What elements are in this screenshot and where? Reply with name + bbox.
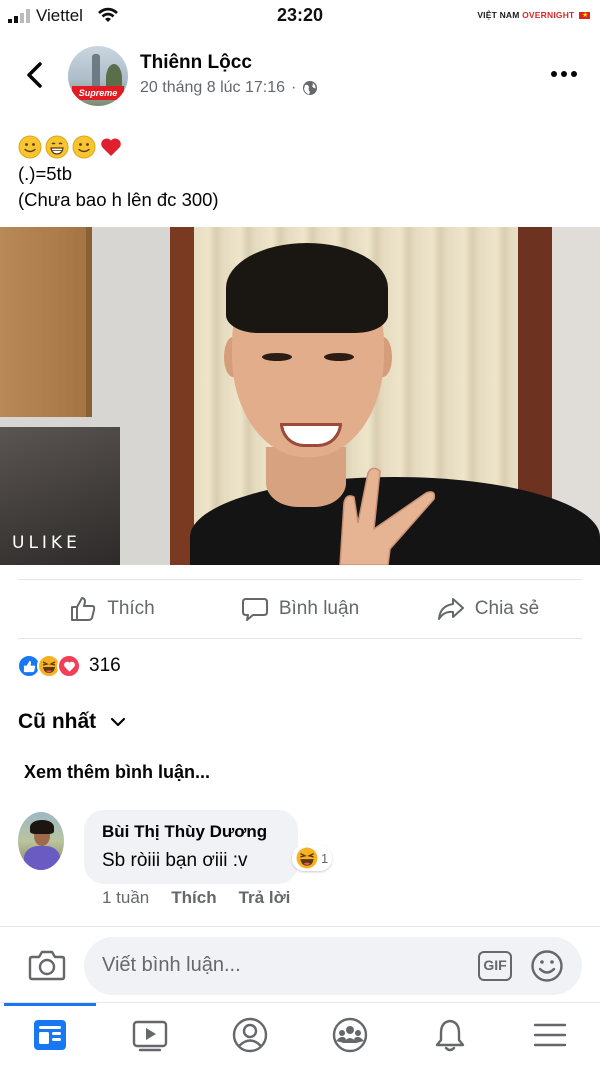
comment-age[interactable]: 1 tuần — [102, 888, 149, 908]
back-arrow-icon[interactable] — [18, 58, 52, 92]
caption-emojis — [18, 133, 219, 161]
author-name[interactable]: Thiênn Lộcc — [140, 52, 252, 74]
watermark-text-b: OVERNIGHT — [522, 10, 575, 20]
vietnam-flag-icon: ★ — [579, 12, 590, 20]
share-button[interactable]: Chia sẻ — [394, 580, 582, 638]
watermark-text-a: VIỆT NAM — [477, 10, 520, 20]
sticker-smiley-icon[interactable] — [530, 949, 564, 983]
gif-button[interactable]: GIF — [478, 951, 512, 981]
comment-bubble[interactable]: Bùi Thị Thùy Dương Sb ròiii bạn ơiii :v — [84, 810, 298, 884]
commenter-avatar-hair — [30, 820, 54, 834]
haha-reaction-icon — [296, 847, 318, 869]
photo-app-watermark: ULIKE — [12, 533, 81, 553]
view-more-comments-link[interactable]: Xem thêm bình luận... — [24, 762, 210, 783]
status-bar: Viettel 23:20 VIỆT NAM OVERNIGHT ★ — [0, 0, 600, 32]
commenter-avatar[interactable] — [18, 812, 64, 870]
camera-icon[interactable] — [28, 947, 66, 983]
bottom-tab-bar — [0, 1002, 600, 1066]
photo-peace-sign-hand — [339, 467, 436, 565]
sort-label: Cũ nhất — [18, 710, 97, 733]
chevron-down-icon — [111, 717, 126, 727]
comment-label: Bình luận — [278, 598, 360, 619]
watermark-logo: VIỆT NAM OVERNIGHT ★ — [477, 10, 590, 20]
post-photo[interactable]: ULIKE — [0, 227, 600, 565]
post-caption: (.)=5tb (Chưa bao h lên đc 300) — [18, 133, 219, 213]
thumbs-up-icon — [71, 597, 96, 621]
share-label: Chia sẻ — [474, 598, 540, 619]
reactions-summary[interactable]: 316 — [17, 654, 121, 678]
comment-meta: 1 tuần Thích Trả lời — [102, 888, 290, 908]
photo-window-frame-left — [170, 227, 194, 565]
photo-hair — [226, 243, 388, 333]
comment-composer: Viết bình luận... GIF — [0, 926, 600, 1006]
post-timestamp[interactable]: 20 tháng 8 lúc 17:16 — [140, 79, 285, 97]
comment-text: Sb ròiii bạn ơiii :v — [102, 850, 248, 871]
photo-cabinet-edge — [86, 227, 92, 417]
comment-input[interactable]: Viết bình luận... GIF — [84, 937, 582, 995]
globe-icon — [303, 81, 318, 95]
commenter-name[interactable]: Bùi Thị Thùy Dương — [102, 822, 280, 842]
meta-separator: · — [291, 79, 297, 96]
love-reaction-icon — [57, 654, 81, 678]
comment-reply-link[interactable]: Trả lời — [239, 888, 291, 908]
comment-bubble-icon — [241, 598, 268, 621]
like-button[interactable]: Thích — [18, 580, 206, 638]
grinning-face-icon — [45, 135, 69, 159]
notifications-bell-icon[interactable] — [432, 1017, 468, 1053]
more-options-icon[interactable] — [550, 66, 578, 82]
menu-hamburger-icon[interactable] — [532, 1017, 568, 1053]
profile-icon[interactable] — [232, 1017, 268, 1053]
caption-line-1: (.)=5tb — [18, 163, 72, 184]
like-label: Thích — [107, 598, 155, 619]
commenter-avatar-shirt — [24, 846, 60, 870]
comment-button[interactable]: Bình luận — [206, 580, 394, 638]
caption-line-2: (Chưa bao h lên đc 300) — [18, 189, 219, 210]
watch-video-icon[interactable] — [132, 1017, 168, 1053]
avatar-supreme-logo: Supreme — [72, 86, 124, 100]
slightly-smiling-face-icon-2 — [72, 135, 96, 159]
comment-sort-dropdown[interactable]: Cũ nhất — [18, 710, 126, 734]
author-avatar[interactable]: Supreme — [68, 46, 128, 106]
post-header: Supreme Thiênn Lộcc 20 tháng 8 lúc 17:16… — [0, 40, 600, 112]
post-actions-bar: Thích Bình luận Chia sẻ — [18, 579, 582, 639]
news-feed-icon[interactable] — [32, 1017, 68, 1053]
reaction-count: 316 — [89, 655, 121, 676]
comment-like-link[interactable]: Thích — [171, 888, 216, 908]
photo-cabinet — [0, 227, 86, 417]
red-heart-icon — [101, 138, 121, 156]
comment-input-placeholder: Viết bình luận... — [102, 954, 241, 976]
photo-eye-left — [262, 353, 292, 361]
active-tab-indicator — [4, 1003, 96, 1006]
avatar-tower — [92, 54, 100, 90]
share-arrow-icon — [437, 598, 464, 620]
comment-reaction-badge[interactable]: 1 — [292, 845, 333, 871]
post-meta: 20 tháng 8 lúc 17:16 · — [140, 79, 318, 97]
groups-icon[interactable] — [332, 1017, 368, 1053]
photo-eye-right — [324, 353, 354, 361]
slightly-smiling-face-icon — [18, 135, 42, 159]
comment-reaction-count: 1 — [321, 850, 329, 866]
